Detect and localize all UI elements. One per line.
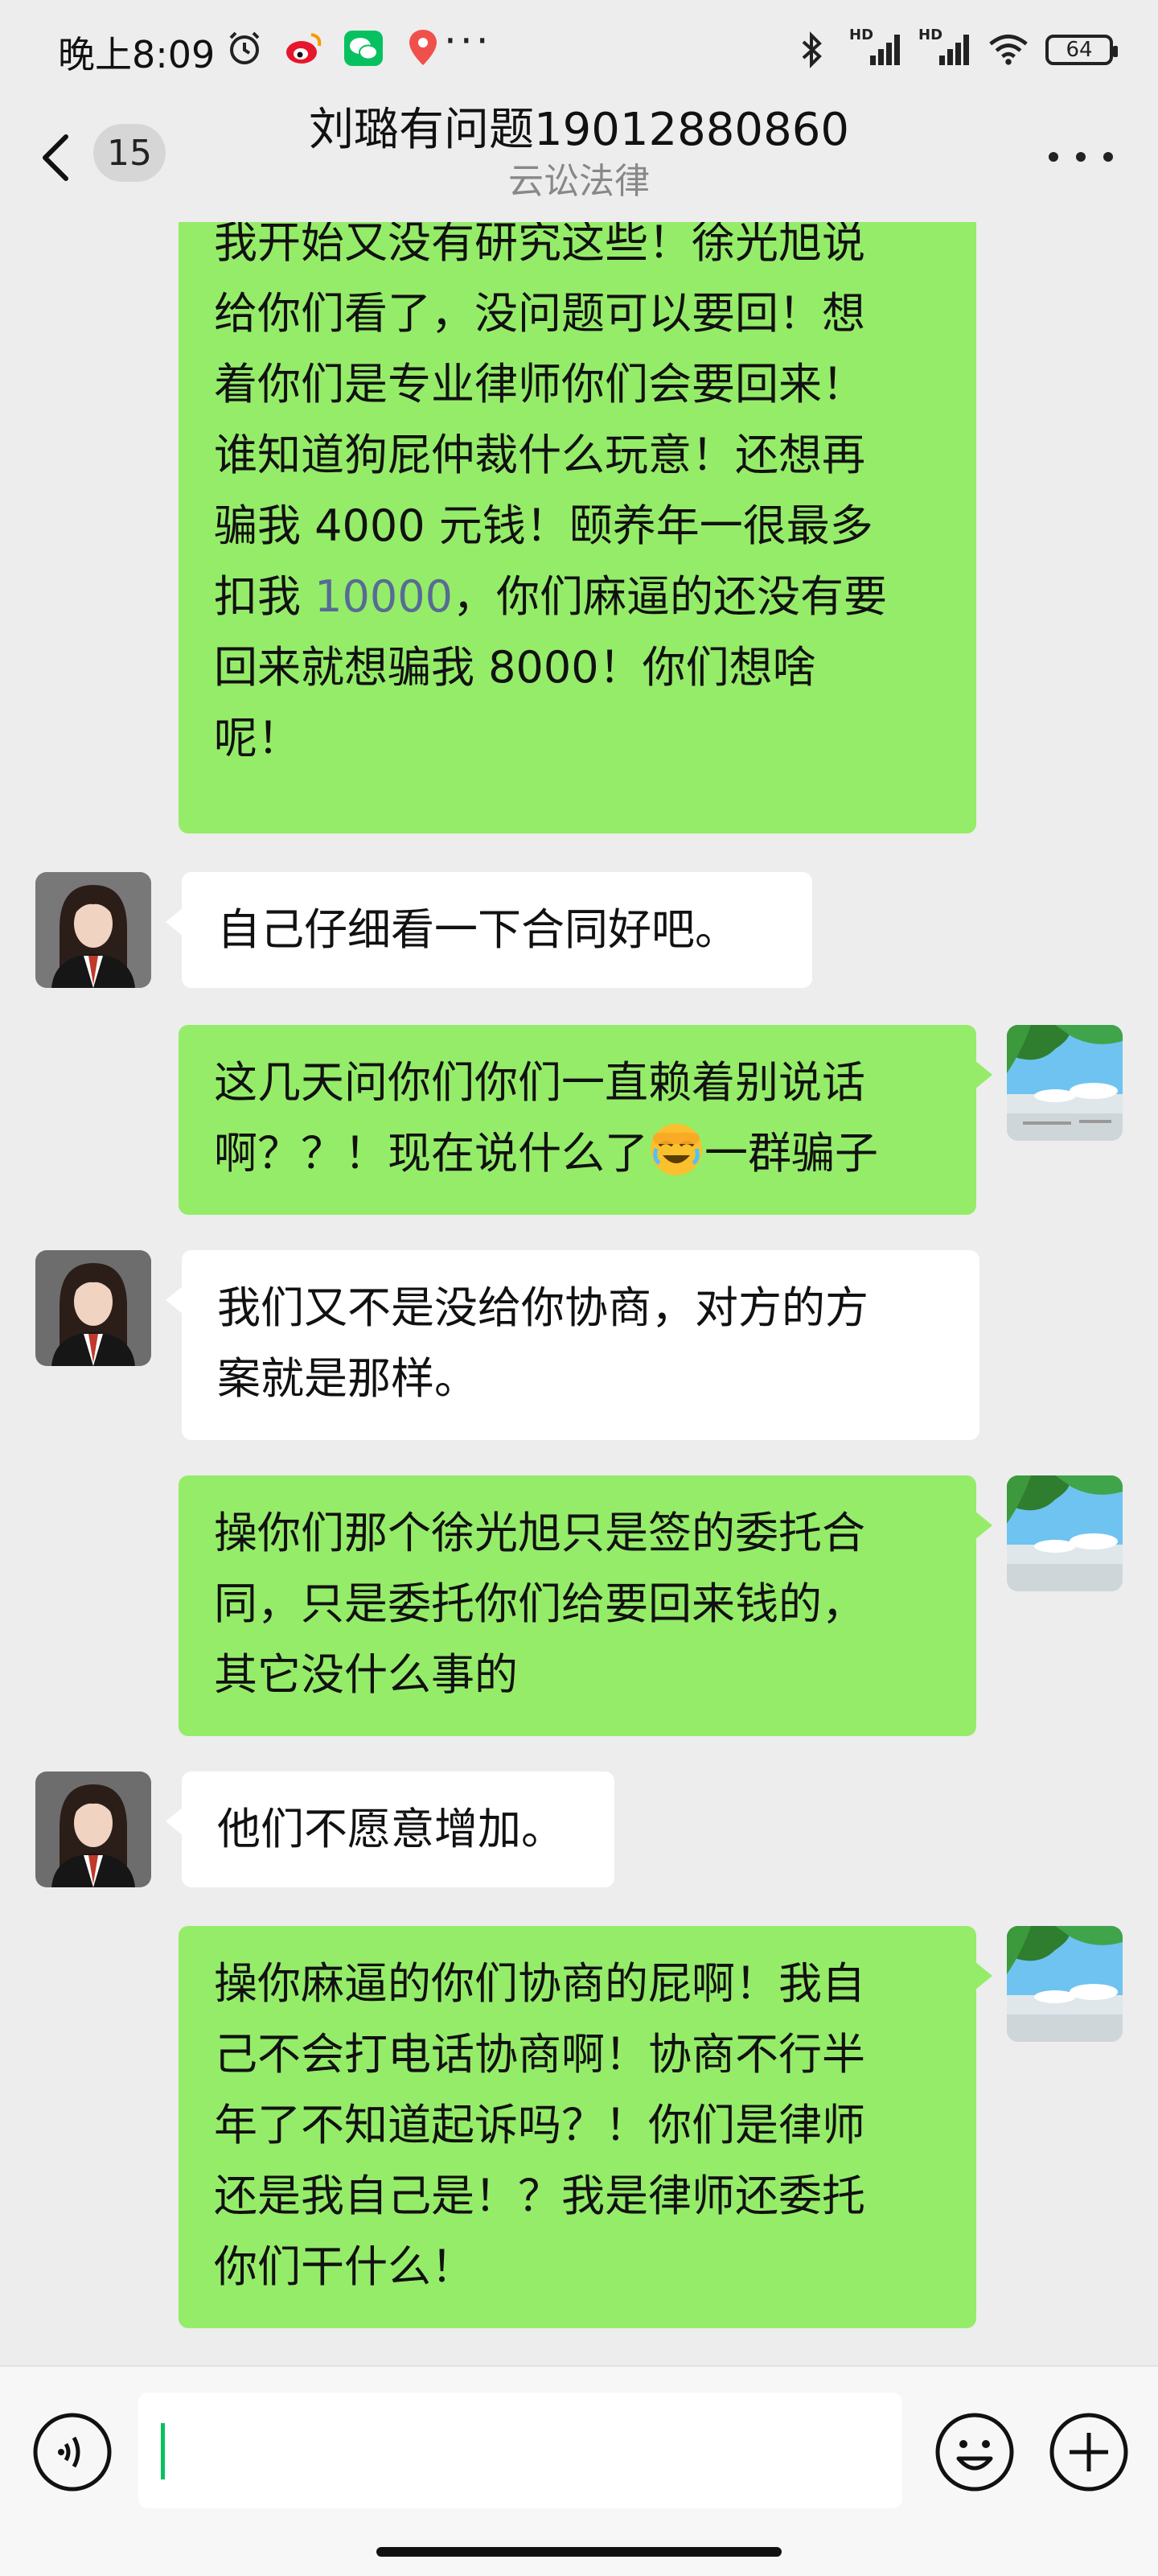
- wifi-icon: [988, 29, 1029, 71]
- chevron-left-icon: [43, 134, 68, 181]
- home-indicator[interactable]: [376, 2547, 782, 2557]
- smiley-icon: [935, 2413, 1014, 2492]
- message-bubble-me[interactable]: 我开始又没有研究这些！徐光旭说 给你们看了，没问题可以要回！想 着你们是专业律师…: [179, 222, 976, 833]
- message-line: 你们干什么！: [214, 2241, 474, 2292]
- message-text: 他们不愿意增加。: [217, 1804, 565, 1854]
- contact-avatar[interactable]: [35, 1250, 151, 1366]
- message-bubble-me[interactable]: 操你们那个徐光旭只是签的委托合 同，只是委托你们给要回来钱的， 其它没什么事的: [179, 1475, 992, 1736]
- voice-input-button[interactable]: [31, 2410, 114, 2494]
- alarm-icon: [224, 27, 265, 69]
- emoji-button[interactable]: [933, 2410, 1016, 2494]
- message-line: 扣我 10000，你们麻逼的还没有要: [214, 571, 887, 622]
- message-line: 操你们那个徐光旭只是签的委托合: [214, 1508, 865, 1558]
- status-system-icons: HD HD 64: [791, 27, 1118, 71]
- input-toolbar: [0, 2365, 1158, 2576]
- message-line: 谁知道狗屁仲裁什么玩意！还想再: [214, 430, 865, 480]
- message-bubble-them[interactable]: 自己仔细看一下合同好吧。: [166, 872, 812, 988]
- message-line: 己不会打电话协商啊！协商不行半: [214, 2029, 865, 2080]
- voice-icon: [33, 2413, 112, 2492]
- contact-avatar[interactable]: [35, 872, 151, 988]
- status-time: 晚上8:09: [58, 33, 216, 76]
- facepalm-laughing-emoji-icon: [648, 1121, 704, 1178]
- message-line: 我开始又没有研究这些！徐光旭说: [214, 222, 865, 268]
- more-options-button[interactable]: [1049, 137, 1113, 177]
- dot-icon: [1076, 152, 1086, 162]
- message-bubble-me[interactable]: 这几天问你们你们一直赖着别说话 啊？？！现在说什么了 一群骗子: [179, 1025, 992, 1215]
- signal-2-icon: HD: [918, 27, 971, 68]
- message-line: 给你们看了，没问题可以要回！想: [214, 288, 865, 339]
- status-more-dots: ···: [444, 18, 492, 64]
- chat-title-block: 刘璐有问题19012880860 云讼法律: [257, 101, 901, 204]
- message-text: 自己仔细看一下合同好吧。: [217, 904, 738, 955]
- message-line: 着你们是专业律师你们会要回来！: [214, 359, 865, 409]
- message-line: 呢！: [214, 713, 301, 763]
- weibo-icon: [283, 27, 325, 69]
- message-line: 同，只是委托你们给要回来钱的，: [214, 1578, 865, 1629]
- phone-number-link[interactable]: 10000: [314, 571, 453, 622]
- message-line: 回来就想骗我 8000！你们想啥: [214, 642, 816, 693]
- battery-icon: 64: [1045, 35, 1118, 65]
- message-line: 这几天问你们你们一直赖着别说话: [214, 1057, 865, 1108]
- message-bubble-them[interactable]: 我们又不是没给你协商，对方的方 案就是那样。: [166, 1250, 979, 1440]
- my-avatar[interactable]: [1007, 1475, 1123, 1591]
- bluetooth-icon: [791, 29, 833, 71]
- back-button[interactable]: [39, 126, 95, 190]
- message-list[interactable]: 我开始又没有研究这些！徐光旭说 给你们看了，没问题可以要回！想 着你们是专业律师…: [0, 222, 1158, 2365]
- wechat-icon: [343, 27, 384, 69]
- signal-1-icon: HD: [849, 27, 902, 68]
- message-line: 还是我自己是！？我是律师还委托: [214, 2171, 865, 2221]
- chat-title: 刘璐有问题19012880860: [309, 104, 849, 156]
- my-avatar[interactable]: [1007, 1926, 1123, 2042]
- more-functions-button[interactable]: [1047, 2410, 1131, 2494]
- message-line: 其它没什么事的: [214, 1649, 518, 1700]
- status-bar: 晚上8:09 ··· HD HD 64: [0, 0, 1158, 97]
- message-line: 我们又不是没给你协商，对方的方: [217, 1282, 868, 1333]
- message-bubble-me[interactable]: 操你麻逼的你们协商的屁啊！我自 己不会打电话协商啊！协商不行半 年了不知道起诉吗…: [179, 1926, 992, 2328]
- location-pin-icon: [402, 27, 444, 69]
- unread-count-badge[interactable]: 15: [93, 124, 166, 182]
- message-line: 啊？？！现在说什么了 一群骗子: [214, 1118, 941, 1189]
- plus-icon: [1049, 2413, 1128, 2492]
- message-bubble-them[interactable]: 他们不愿意增加。: [166, 1772, 614, 1887]
- status-notification-icons: [224, 27, 444, 69]
- dot-icon: [1103, 152, 1113, 162]
- message-input[interactable]: [138, 2393, 902, 2508]
- message-line: 操你麻逼的你们协商的屁啊！我自: [214, 1958, 865, 2009]
- contact-avatar[interactable]: [35, 1772, 151, 1887]
- chat-subtitle: 云讼法律: [508, 161, 650, 202]
- message-line: 骗我 4000 元钱！颐养年一很最多: [214, 500, 873, 551]
- my-avatar[interactable]: [1007, 1025, 1123, 1141]
- text-caret: [161, 2423, 165, 2479]
- dot-icon: [1049, 152, 1058, 162]
- message-line: 年了不知道起诉吗？！你们是律师: [214, 2100, 865, 2150]
- message-line: 案就是那样。: [217, 1353, 478, 1404]
- chat-header: 15 刘璐有问题19012880860 云讼法律: [0, 97, 1158, 222]
